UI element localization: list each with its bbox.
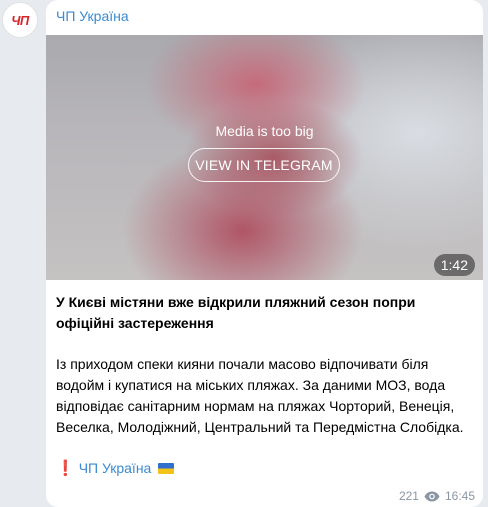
message-bubble: ЧП Україна Media is too big VIEW IN TELE… <box>46 0 483 507</box>
channel-avatar[interactable]: ЧП <box>2 2 38 38</box>
post-title: У Києві містяни вже відкрили пляжний сез… <box>56 294 416 331</box>
views-count: 221 <box>398 489 419 503</box>
post-signature: ❗ ЧП Україна <box>56 458 175 479</box>
avatar-logo-text: ЧП <box>11 12 29 28</box>
channel-name-link[interactable]: ЧП Україна <box>56 8 129 24</box>
ukraine-flag-icon <box>158 463 175 474</box>
view-in-telegram-button[interactable]: VIEW IN TELEGRAM <box>188 148 340 182</box>
video-duration-badge: 1:42 <box>433 254 475 276</box>
post-body: Із приходом спеки кияни почали масово ві… <box>56 356 464 435</box>
message-time: 16:45 <box>444 489 475 503</box>
exclamation-icon: ❗ <box>56 460 75 477</box>
video-preview[interactable]: Media is too big VIEW IN TELEGRAM 1:42 <box>46 35 483 280</box>
signature-channel-link[interactable]: ЧП Україна <box>79 458 152 479</box>
media-too-big-notice: Media is too big <box>215 123 314 139</box>
eye-icon <box>424 491 440 502</box>
message-meta: 221 16:45 <box>399 489 475 503</box>
